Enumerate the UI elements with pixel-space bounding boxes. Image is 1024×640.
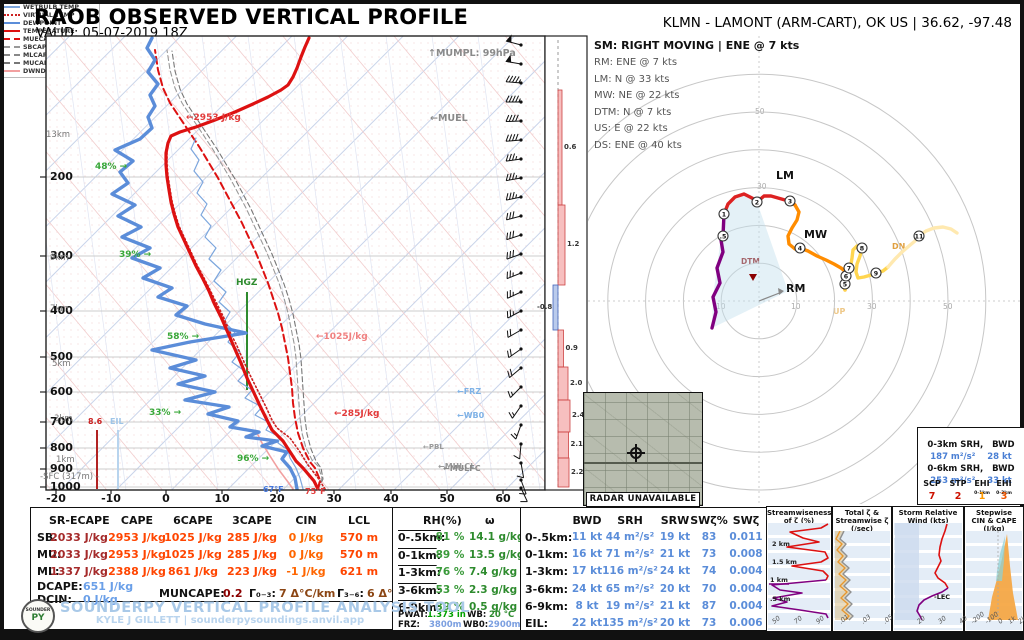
storm-motion-block: SM: RIGHT MOVING | ENE @ 7 kts RM: ENE @… — [594, 40, 799, 151]
mini-plot-3: Stepwise CIN & CAPE (J/kg) — [964, 506, 1024, 632]
storm-motion-line: DS: ENE @ 40 kts — [594, 139, 682, 151]
index-header: STP — [949, 479, 967, 488]
footer-tool-name: SOUNDERPY VERTICAL PROFILE ANALYSIS TOOL — [60, 600, 470, 616]
index-header: SCP — [923, 479, 941, 488]
index-value: 2 — [954, 491, 962, 502]
sounderpy-figure: RAOB OBSERVED VERTICAL PROFILE VALID: 05… — [0, 0, 1024, 640]
sounderpy-logo: SOUNDER PY — [21, 599, 55, 633]
srh-indices-box: 0-3km SRH, BWD 187 m²/s² 28 kt 0-6km SRH, … — [917, 427, 1024, 505]
storm-motion-lines: RM: ENE @ 7 kts LM: N @ 33 kts MW: NE @ 22… — [594, 57, 799, 151]
storm-motion-line: DTM: N @ 7 kts — [594, 106, 672, 118]
storm-motion-line: US: E @ 22 kts — [594, 123, 668, 135]
logo-text-bottom: PY — [31, 613, 45, 623]
storm-motion-main: SM: RIGHT MOVING | ENE @ 7 kts — [594, 39, 800, 52]
storm-motion-line: MW: NE @ 22 kts — [594, 90, 680, 102]
index-value: 3 — [1000, 491, 1008, 502]
footer-author-link: KYLE J GILLETT | sounderpysoundings.anvi… — [95, 615, 365, 626]
index-value: 1 — [978, 491, 986, 502]
storm-motion-line: LM: N @ 33 kts — [594, 73, 670, 85]
index-value: 7 — [928, 491, 936, 502]
storm-motion-line: RM: ENE @ 7 kts — [594, 57, 678, 69]
